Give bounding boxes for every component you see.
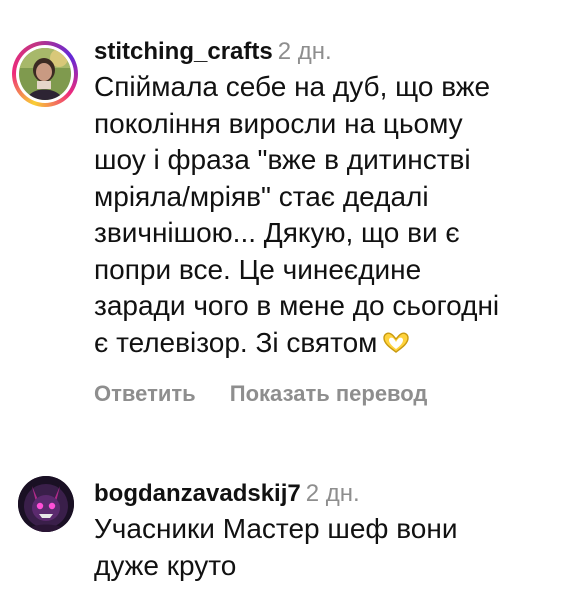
avatar[interactable]: [18, 476, 74, 532]
username[interactable]: bogdanzavadskij7: [94, 480, 301, 507]
heart-hands-icon: [383, 332, 410, 353]
comment-text: Учасники Мастер шеф вони дуже круто: [94, 511, 571, 584]
comment-header: stitching_crafts 2 дн.: [94, 36, 571, 68]
timestamp: 2 дн.: [277, 38, 332, 65]
comment-line: звичнішою... Дякую, що ви є: [94, 217, 460, 248]
comment-line: попри все. Це чинеєдине: [94, 253, 422, 285]
comment-header: bogdanzavadskij7 2 дн.: [94, 478, 571, 510]
story-ring[interactable]: [12, 41, 78, 107]
comment-line-last: є телевізор. Зі святом: [94, 325, 571, 362]
comment-line: мріяла/мріяв" стає дедалі: [94, 180, 429, 212]
timestamp: 2 дн.: [305, 480, 360, 507]
comment-actions: Ответить Показать перевод: [94, 381, 571, 407]
comment-text: Спіймала себе на дуб, що вже покоління в…: [94, 69, 571, 361]
comment-content: bogdanzavadskij7 2 дн. Учасники Мастер ше…: [94, 478, 571, 584]
comment-line: покоління виросли на цьому: [94, 107, 463, 139]
comment-line: Учасники Мастер шеф вони: [94, 513, 458, 544]
comment-line: заради чого в мене до сьогодні: [94, 290, 500, 321]
comment-content: stitching_crafts 2 дн. Спіймала себе на д…: [94, 36, 571, 407]
comment-line: Спіймала себе на дуб, що вже: [94, 71, 491, 102]
avatar[interactable]: [19, 48, 71, 100]
comment-line: шоу і фраза "вже в дитинстві: [94, 144, 471, 175]
show-translation-button[interactable]: Показать перевод: [230, 381, 428, 406]
username[interactable]: stitching_crafts: [94, 38, 273, 65]
user-avatar-character-icon: [18, 476, 74, 532]
comment-line: дуже круто: [94, 549, 237, 581]
comment-line: є телевізор. Зі святом: [94, 326, 378, 358]
avatar-border: [16, 45, 74, 103]
reply-button[interactable]: Ответить: [94, 381, 196, 406]
